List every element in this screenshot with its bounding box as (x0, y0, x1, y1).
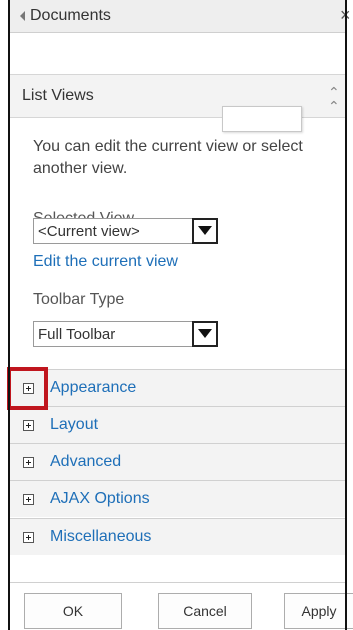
back-arrow-icon[interactable] (20, 11, 25, 21)
toolbar-type-label: Toolbar Type (33, 291, 125, 308)
frame-border-right (345, 0, 347, 630)
panel-ajax-options[interactable]: AJAX Options (10, 480, 345, 517)
expand-plus-icon[interactable] (23, 420, 34, 431)
toolbar-type-select[interactable]: Full Toolbar (33, 321, 218, 347)
toolbar-type-value: Full Toolbar (38, 326, 116, 343)
panel-label[interactable]: Advanced (50, 453, 121, 471)
tooltip-box (222, 106, 302, 132)
collapse-icon[interactable]: ⌃ ⌃ (328, 85, 340, 113)
panel-label[interactable]: Layout (50, 416, 98, 434)
expand-plus-icon[interactable] (23, 532, 34, 543)
selected-view-select[interactable]: <Current view> (33, 218, 218, 244)
expand-plus-icon[interactable] (23, 494, 34, 505)
panel-advanced[interactable]: Advanced (10, 443, 345, 480)
button-bar: OK Cancel Apply (10, 582, 353, 630)
edit-current-view-link[interactable]: Edit the current view (33, 253, 178, 271)
pane-title: Documents (30, 7, 111, 24)
panel-miscellaneous[interactable]: Miscellaneous (10, 518, 345, 555)
highlight-box (7, 367, 48, 410)
frame-border-left (8, 0, 10, 630)
description-text: You can edit the current view or select … (33, 138, 303, 177)
panel-label[interactable]: AJAX Options (50, 490, 150, 508)
panel-label[interactable]: Appearance (50, 379, 136, 397)
pane-header: Documents × (10, 0, 351, 33)
section-title: List Views (22, 87, 94, 104)
apply-button[interactable]: Apply (284, 593, 353, 629)
panel-label[interactable]: Miscellaneous (50, 528, 151, 546)
expand-plus-icon[interactable] (23, 457, 34, 468)
chevron-down-icon[interactable] (192, 321, 218, 347)
selected-view-value: <Current view> (38, 223, 140, 240)
cancel-button[interactable]: Cancel (158, 593, 252, 629)
chevron-down-icon[interactable] (192, 218, 218, 244)
panel-layout[interactable]: Layout (10, 406, 345, 443)
panel-appearance[interactable]: Appearance (10, 369, 345, 406)
ok-button[interactable]: OK (24, 593, 122, 629)
